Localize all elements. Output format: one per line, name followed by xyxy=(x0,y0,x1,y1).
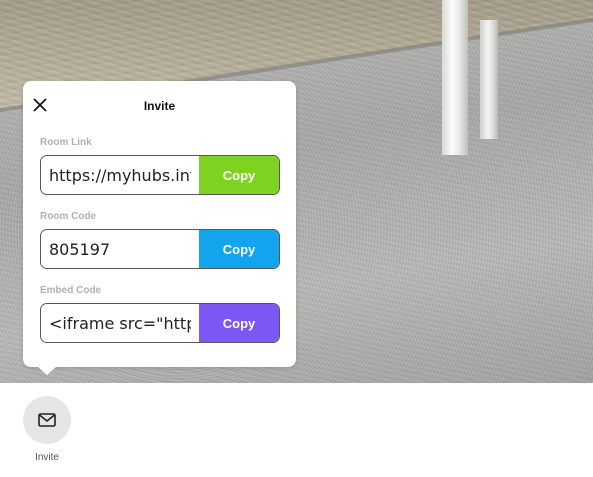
copy-room-code-button[interactable]: Copy xyxy=(199,230,279,268)
room-link-input[interactable] xyxy=(41,156,199,194)
embed-code-input[interactable] xyxy=(41,304,199,342)
copy-embed-code-button[interactable]: Copy xyxy=(199,304,279,342)
scene-pillar xyxy=(480,20,498,139)
room-code-field: Copy xyxy=(40,229,280,269)
envelope-icon xyxy=(38,413,56,427)
embed-code-label: Embed Code xyxy=(40,285,102,296)
popover-arrow xyxy=(37,366,57,375)
embed-code-field: Copy xyxy=(40,303,280,343)
invite-button[interactable] xyxy=(23,396,71,444)
room-link-label: Room Link xyxy=(40,137,92,148)
invite-button-label: Invite xyxy=(35,452,59,463)
copy-room-link-button[interactable]: Copy xyxy=(199,156,279,194)
room-code-input[interactable] xyxy=(41,230,199,268)
room-link-field: Copy xyxy=(40,155,280,195)
room-code-label: Room Code xyxy=(40,211,97,222)
popover-title: Invite xyxy=(143,99,176,113)
scene-pillar xyxy=(442,0,468,155)
